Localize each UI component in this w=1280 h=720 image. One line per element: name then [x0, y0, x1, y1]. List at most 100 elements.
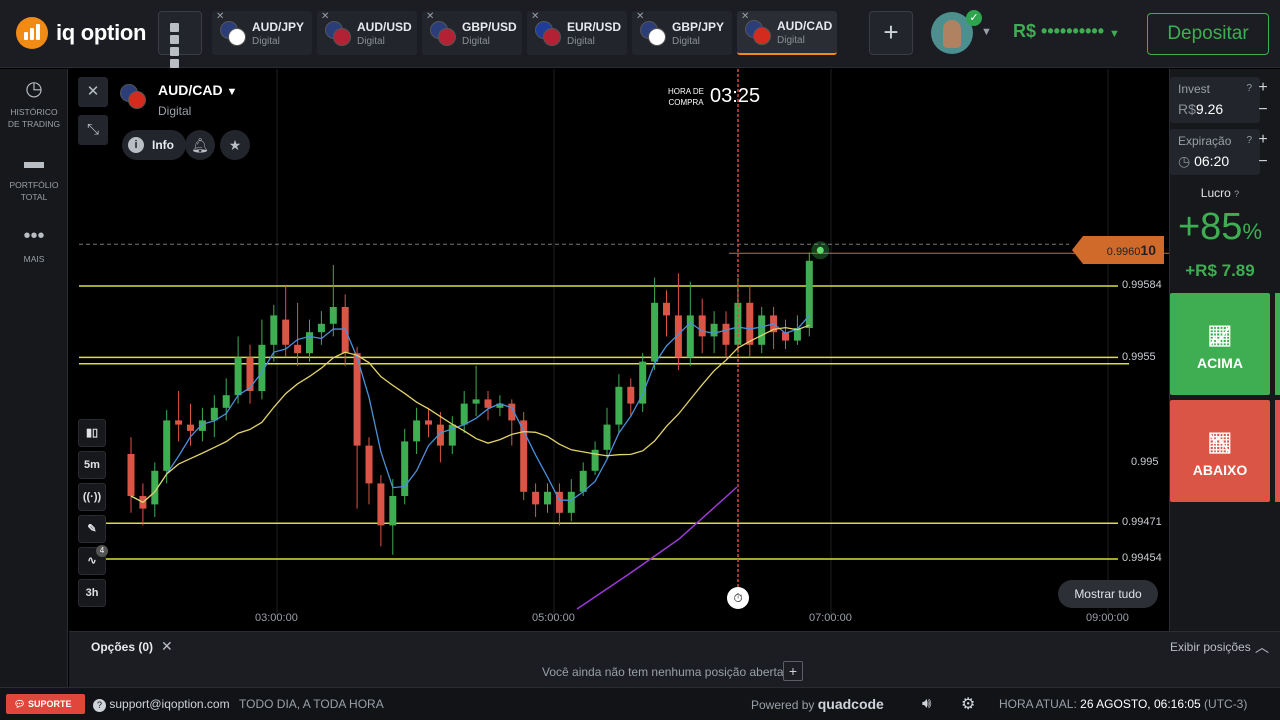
asset-header[interactable]: AUD/CAD ▼ Digital	[118, 82, 237, 118]
current-time: HORA ATUAL: 26 AGOSTO, 06:16:05 (UTC-3)	[999, 697, 1248, 711]
time-tick-label: 09:00:00	[1086, 612, 1129, 624]
buy-time-countdown: 03:25	[710, 85, 761, 107]
candle-body	[329, 307, 337, 324]
gear-icon[interactable]: ⚙	[961, 694, 975, 714]
asset-tab[interactable]: ✕ AUD/USD Digital	[317, 11, 417, 55]
tab-type: Digital	[357, 35, 385, 47]
info-icon: i	[128, 137, 144, 153]
profit-percent: +85%	[1177, 206, 1263, 248]
flag-icon	[543, 28, 561, 46]
tab-type: Digital	[567, 35, 595, 47]
stopwatch-icon[interactable]: ⏱︎	[727, 587, 749, 609]
currency-flags-icon	[743, 18, 771, 46]
add-tab-button[interactable]: +	[869, 11, 913, 55]
candle-body	[270, 315, 278, 345]
candle-body	[758, 315, 766, 345]
signals-icon[interactable]: ((·))	[78, 483, 106, 511]
flag-icon	[333, 28, 351, 46]
asset-tab-active[interactable]: ✕ AUD/CAD Digital	[737, 11, 837, 55]
candle-body	[567, 491, 575, 513]
candle-body	[651, 302, 659, 362]
flag-icon	[128, 91, 146, 109]
candles-icon[interactable]: ▮▯	[78, 419, 106, 447]
candle-body	[365, 445, 373, 484]
chevron-up-icon[interactable]: ︿	[1255, 637, 1269, 657]
iq-logo-icon	[16, 17, 48, 49]
expiry-value: 06:20	[1194, 153, 1230, 169]
support-button[interactable]: 💬︎ SUPORTE	[6, 694, 85, 714]
candle-body	[401, 441, 409, 496]
invest-stepper[interactable]: + −	[1254, 77, 1272, 123]
call-up-button[interactable]: 📈︎ ACIMA	[1170, 293, 1270, 395]
expiry-field[interactable]: Expiração ? ◷ 06:20	[1170, 129, 1260, 175]
email-link[interactable]: ? support@iqoption.com	[93, 697, 230, 712]
footer: 💬︎ SUPORTE ? support@iqoption.com TODO D…	[0, 687, 1280, 720]
help-icon: ?	[1234, 189, 1240, 199]
deposit-button[interactable]: Depositar	[1147, 13, 1269, 55]
flag-icon	[438, 28, 456, 46]
indicators-count-badge: 4	[96, 545, 108, 557]
show-all-button[interactable]: Mostrar tudo	[1058, 580, 1158, 608]
close-chart-icon[interactable]: ✕	[78, 77, 108, 107]
add-position-button[interactable]: +	[783, 661, 803, 681]
asset-tab[interactable]: ✕ AUD/JPY Digital	[212, 11, 312, 55]
candle-body	[460, 403, 468, 425]
pencil-icon[interactable]: ✎	[78, 515, 106, 543]
collapse-icon[interactable]: ⤡	[78, 115, 108, 145]
candle-body	[282, 319, 290, 345]
asset-tabs: ✕ AUD/JPY Digital ✕ AUD/USD Digital ✕ GBP/…	[212, 11, 837, 55]
timeframe-button[interactable]: 5m	[78, 451, 106, 479]
logo[interactable]: iq option	[16, 17, 146, 49]
currency-flags-icon	[428, 19, 456, 47]
help-icon[interactable]: ?	[1246, 135, 1252, 146]
sound-icon[interactable]: 🔊︎	[922, 695, 931, 712]
asset-tab[interactable]: ✕ GBP/USD Digital	[422, 11, 522, 55]
minus-icon: −	[1258, 101, 1268, 118]
moving-average-slow	[130, 324, 810, 504]
chevron-down-icon: ▼	[226, 86, 238, 98]
put-down-button[interactable]: 📉︎ ABAIXO	[1170, 400, 1270, 502]
candle-body	[389, 496, 397, 526]
chevron-down-icon[interactable]: ▼	[981, 26, 992, 38]
info-button[interactable]: i Info	[122, 130, 186, 160]
moving-average-long	[576, 486, 738, 610]
left-sidebar: ◷ HISTÓRICO DE TRADING ▬ PORTFÓLIO TOTAL…	[0, 69, 68, 687]
currency-flags-icon	[323, 19, 351, 47]
flag-icon	[753, 27, 771, 45]
candle-body	[210, 407, 218, 421]
level-label: 0.99454	[1118, 552, 1162, 564]
currency-flags-icon	[218, 19, 246, 47]
candle-body	[627, 386, 635, 404]
candle-body	[472, 399, 480, 404]
account-balance[interactable]: R$ •••••••••• ▼	[1013, 21, 1120, 42]
moving-average-fast	[130, 314, 810, 504]
level-label: 0.995	[1127, 456, 1159, 468]
candle-body	[710, 323, 718, 337]
all-assets-button[interactable]	[158, 11, 202, 68]
close-icon[interactable]: ✕	[161, 638, 173, 655]
options-title[interactable]: Opções (0)	[91, 640, 153, 654]
candle-body	[163, 420, 171, 471]
candle-body	[615, 386, 623, 425]
star-icon[interactable]: ★	[220, 130, 250, 160]
sidebar-item-portfolio[interactable]: ▬ PORTFÓLIO TOTAL	[0, 151, 68, 203]
sidebar-item-more[interactable]: ••• MAIS	[0, 225, 68, 265]
show-positions-link[interactable]: Exibir posições	[1170, 640, 1251, 654]
asset-tab[interactable]: ✕ EUR/USD Digital	[527, 11, 627, 55]
candle-body	[532, 491, 540, 505]
invest-field[interactable]: Invest ? R$9.26	[1170, 77, 1260, 123]
tab-type: Digital	[777, 34, 805, 46]
profit-amount: +R$ 7.89	[1185, 261, 1255, 280]
period-button[interactable]: 3h	[78, 579, 106, 607]
expiry-stepper[interactable]: + −	[1254, 129, 1272, 175]
sidebar-item-trading-history[interactable]: ◷ HISTÓRICO DE TRADING	[0, 78, 68, 130]
help-icon[interactable]: ?	[1246, 83, 1252, 94]
asset-name: AUD/CAD ▼	[158, 82, 238, 98]
price-dot	[816, 246, 824, 254]
candle-body	[484, 399, 492, 408]
tab-pair: AUD/JPY	[252, 19, 305, 34]
bell-icon[interactable]: 🔔︎	[185, 130, 215, 160]
tab-type: Digital	[252, 35, 280, 47]
asset-tab[interactable]: ✕ GBP/JPY Digital	[632, 11, 732, 55]
clock-icon: ◷	[25, 78, 43, 100]
